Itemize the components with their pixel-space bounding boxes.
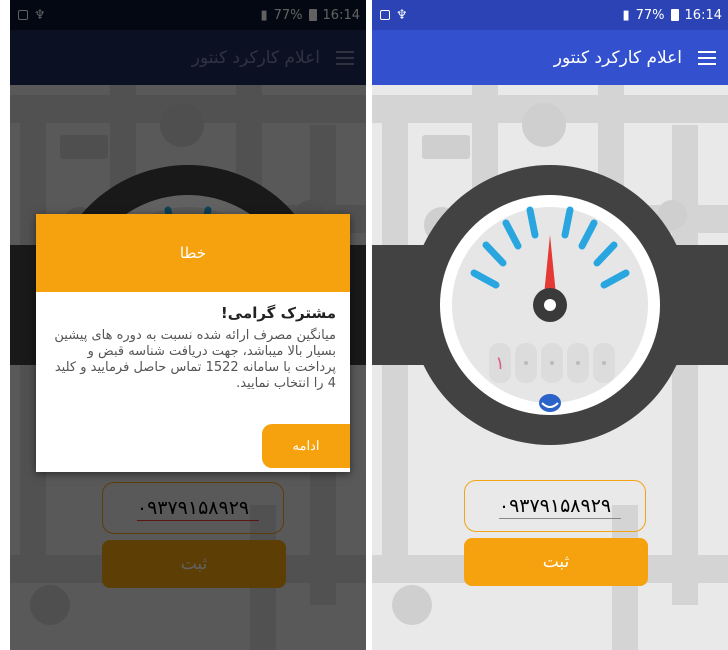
submit-button[interactable]: ثبت: [464, 538, 648, 586]
error-dialog: خطا مشترک گرامی! میانگین مصرف ارائه شده …: [36, 214, 350, 472]
phone-number-field[interactable]: ۰۹۳۷۹۱۵۸۹۲۹: [464, 480, 646, 532]
dialog-header: خطا: [36, 214, 350, 292]
meter-digit: ۱: [495, 353, 505, 374]
page-title: اعلام کارکرد کنتور: [553, 47, 682, 68]
dialog-title: مشترک گرامی!: [220, 304, 336, 322]
app-bar: اعلام کارکرد کنتور: [372, 30, 728, 85]
clock: 16:14: [684, 7, 722, 23]
signal-icon: ▮: [622, 7, 630, 23]
screenshot-icon: [380, 10, 390, 20]
battery-icon: [670, 9, 679, 21]
phone-screen-dialog: ♆ ▮ 77% 16:14 اعلام کارکرد کنتور ۰۹۳۷۹۱۵…: [10, 0, 366, 650]
dialog-message: میانگین مصرف ارائه شده نسبت به دوره های …: [54, 328, 336, 391]
battery-percent: 77%: [635, 7, 665, 23]
status-bar: ♆ ▮ 77% 16:14: [372, 0, 728, 30]
notification-icon: ♆: [396, 7, 408, 23]
phone-screen-main: ♆ ▮ 77% 16:14 اعلام کارکرد کنتور ۱ ۰۹۳۷۹…: [372, 0, 728, 650]
menu-icon[interactable]: [698, 50, 716, 65]
continue-button[interactable]: ادامه: [262, 424, 350, 468]
